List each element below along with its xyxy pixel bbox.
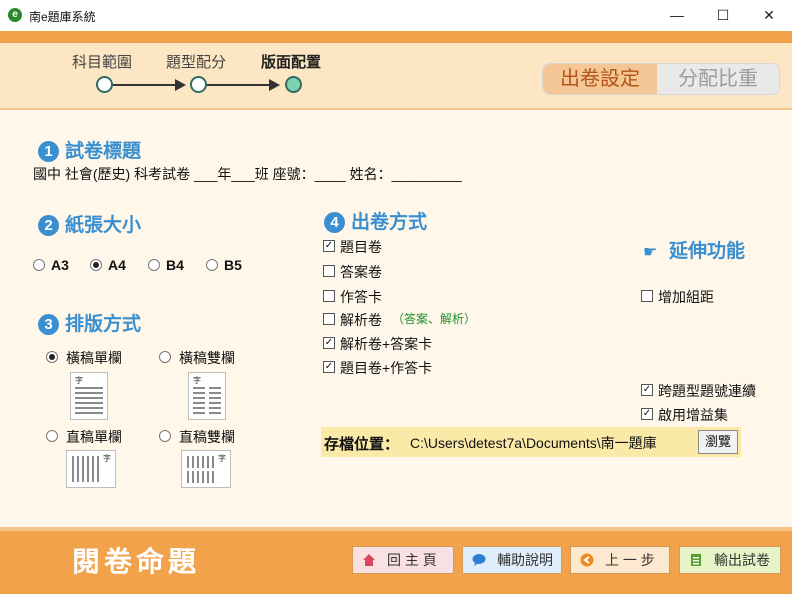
section-exam-title-heading: 1 試卷標題 (38, 136, 141, 163)
wizard-header: 科目範圍 題型配分 版面配置 出卷設定 分配比重 (0, 43, 792, 108)
output-question-sheet-checkbox[interactable]: ✓ (323, 240, 335, 252)
output-analysis-sheet-checkbox[interactable] (323, 313, 335, 325)
layout-portrait-single-radio[interactable] (46, 430, 58, 442)
output-answer-sheet-checkbox[interactable] (323, 265, 335, 277)
thumbnail-char: 字 (218, 454, 226, 463)
previous-step-button[interactable]: 上 一 步 (570, 546, 670, 574)
hand-pointer-icon: ☛ (643, 244, 658, 261)
section-number-badge: 4 (324, 212, 345, 233)
ext-continuous-numbering-checkbox[interactable]: ✓ (641, 384, 653, 396)
section-number-badge: 1 (38, 141, 59, 162)
layout-portrait-double-radio[interactable] (159, 430, 171, 442)
step-subject-range[interactable]: 科目範圍 (72, 51, 132, 72)
output-analysis-sheet-label: 解析卷 (340, 312, 382, 328)
section-layout-heading: 3 排版方式 (38, 309, 141, 336)
brand-title: 閱卷命題 (72, 546, 201, 577)
section-number-badge: 2 (38, 215, 59, 236)
step-layout-config[interactable]: 版面配置 (261, 51, 321, 72)
paper-a4-label: A4 (108, 257, 126, 273)
step-connector-line (113, 84, 181, 86)
output-question-answer-card-label: 題目卷+作答卡 (340, 360, 433, 376)
settings-tab-bar: 出卷設定 分配比重 (542, 63, 780, 95)
layout-portrait-single-label: 直稿單欄 (66, 429, 122, 445)
tab-weight-distribution[interactable]: 分配比重 (657, 64, 779, 94)
header-divider (0, 108, 792, 110)
ext-enable-addins-checkbox[interactable]: ✓ (641, 408, 653, 420)
section-number-badge: 3 (38, 314, 59, 335)
section-output-mode-heading: 4 出卷方式 (324, 207, 427, 234)
save-location-label: 存檔位置： (324, 436, 400, 453)
arrow-right-icon (269, 79, 280, 91)
output-analysis-answer-card-checkbox[interactable]: ✓ (323, 337, 335, 349)
output-analysis-answer-card-label: 解析卷+答案卡 (340, 336, 433, 352)
ext-enable-addins-label: 啟用增益集 (658, 407, 728, 423)
layout-portrait-double-label: 直稿雙欄 (179, 429, 235, 445)
app-logo-icon: e (8, 8, 22, 22)
document-icon (691, 554, 701, 566)
help-button[interactable]: 輔助說明 (462, 546, 562, 574)
step-dot-1 (96, 76, 113, 93)
exam-title-text[interactable]: 國中 社會(歷史) 科考試卷 ___年___班 座號：____ 姓名：_____… (33, 164, 462, 184)
output-question-sheet-label: 題目卷 (340, 239, 382, 255)
section-paper-size-heading: 2 紙張大小 (38, 210, 141, 237)
layout-portrait-single-thumbnail[interactable]: 字 (66, 450, 116, 488)
output-answer-card-checkbox[interactable] (323, 290, 335, 302)
paper-a3-radio[interactable] (33, 259, 45, 271)
output-answer-card-label: 作答卡 (340, 289, 382, 305)
close-button[interactable]: ✕ (746, 0, 792, 31)
output-analysis-note: （答案、解析） (392, 312, 477, 326)
layout-landscape-single-thumbnail[interactable]: 字 (70, 372, 108, 420)
ext-increase-spacing-label: 增加組距 (658, 289, 714, 305)
back-arrow-icon (580, 553, 594, 567)
title-bar: e 南e題庫系統 — ☐ ✕ (0, 0, 792, 31)
step-connector-line (207, 84, 275, 86)
layout-landscape-double-thumbnail[interactable]: 字 (188, 372, 226, 420)
layout-portrait-double-thumbnail[interactable]: 字 (181, 450, 231, 488)
layout-landscape-double-label: 橫稿雙欄 (179, 350, 235, 366)
layout-landscape-single-label: 橫稿單欄 (66, 350, 122, 366)
thumbnail-char: 字 (75, 376, 83, 385)
layout-landscape-single-radio[interactable] (46, 351, 58, 363)
thumbnail-char: 字 (193, 376, 201, 385)
chat-bubble-icon (472, 554, 486, 566)
output-question-answer-card-checkbox[interactable]: ✓ (323, 361, 335, 373)
home-button[interactable]: 回 主 頁 (352, 546, 454, 574)
maximize-button[interactable]: ☐ (700, 0, 746, 31)
window-title: 南e題庫系統 (29, 10, 96, 24)
step-dot-2 (190, 76, 207, 93)
paper-b5-radio[interactable] (206, 259, 218, 271)
ext-increase-spacing-checkbox[interactable] (641, 290, 653, 302)
save-location-bar: 存檔位置： C:\Users\detest7a\Documents\南一題庫 瀏… (321, 427, 741, 457)
home-icon (363, 554, 375, 566)
paper-b4-radio[interactable] (148, 259, 160, 271)
thumbnail-char: 字 (103, 454, 111, 463)
output-answer-sheet-label: 答案卷 (340, 264, 382, 280)
top-accent-band (0, 31, 792, 43)
paper-b5-label: B5 (224, 257, 242, 273)
layout-landscape-double-radio[interactable] (159, 351, 171, 363)
paper-a3-label: A3 (51, 257, 69, 273)
tab-output-settings[interactable]: 出卷設定 (543, 64, 657, 94)
export-exam-button[interactable]: 輸出試卷 (679, 546, 781, 574)
minimize-button[interactable]: — (654, 0, 700, 31)
paper-b4-label: B4 (166, 257, 184, 273)
browse-button[interactable]: 瀏覽 (698, 430, 738, 454)
arrow-right-icon (175, 79, 186, 91)
section-extension-heading: ☛ 延伸功能 (643, 241, 746, 262)
step-dot-3 (285, 76, 302, 93)
paper-a4-radio[interactable] (90, 259, 102, 271)
step-question-points[interactable]: 題型配分 (166, 51, 226, 72)
save-location-path[interactable]: C:\Users\detest7a\Documents\南一題庫 (410, 433, 657, 453)
ext-continuous-numbering-label: 跨題型題號連續 (658, 383, 756, 399)
